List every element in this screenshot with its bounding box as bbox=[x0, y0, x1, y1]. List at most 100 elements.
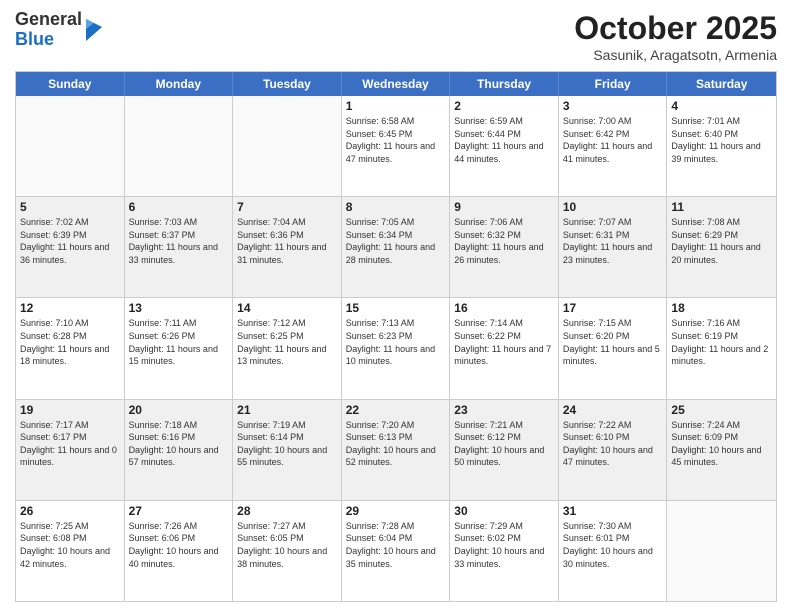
day-info: Sunrise: 7:03 AM Sunset: 6:37 PM Dayligh… bbox=[129, 216, 229, 266]
day-cell bbox=[667, 501, 776, 601]
calendar-header: SundayMondayTuesdayWednesdayThursdayFrid… bbox=[16, 72, 776, 96]
day-cell: 2Sunrise: 6:59 AM Sunset: 6:44 PM Daylig… bbox=[450, 96, 559, 196]
logo-text: General Blue bbox=[15, 10, 82, 50]
day-cell: 10 Sunrise: 7:07 AM Sunset: 6:31 PM Dayli… bbox=[559, 197, 668, 297]
day-cell: 21 Sunrise: 7:19 AM Sunset: 6:14 PM Dayli… bbox=[233, 400, 342, 500]
day-cell: 4 Sunrise: 7:01 AM Sunset: 6:40 PM Daylig… bbox=[667, 96, 776, 196]
day-number: 23 bbox=[454, 403, 554, 417]
day-info: Sunrise: 7:29 AM Sunset: 6:02 PM Dayligh… bbox=[454, 520, 554, 570]
day-cell: 6Sunrise: 7:03 AM Sunset: 6:37 PM Daylig… bbox=[125, 197, 234, 297]
day-cell: 1Sunrise: 6:58 AM Sunset: 6:45 PM Daylig… bbox=[342, 96, 451, 196]
day-number: 18 bbox=[671, 301, 772, 315]
day-number: 29 bbox=[346, 504, 446, 518]
day-cell: 7 Sunrise: 7:04 AM Sunset: 6:36 PM Daylig… bbox=[233, 197, 342, 297]
day-cell: 28 Sunrise: 7:27 AM Sunset: 6:05 PM Dayli… bbox=[233, 501, 342, 601]
day-info: Sunrise: 7:27 AM Sunset: 6:05 PM Dayligh… bbox=[237, 520, 337, 570]
day-cell: 9Sunrise: 7:06 AM Sunset: 6:32 PM Daylig… bbox=[450, 197, 559, 297]
day-number: 19 bbox=[20, 403, 120, 417]
day-cell: 31 Sunrise: 7:30 AM Sunset: 6:01 PM Dayli… bbox=[559, 501, 668, 601]
day-cell: 16 Sunrise: 7:14 AM Sunset: 6:22 PM Dayli… bbox=[450, 298, 559, 398]
week-row: 12 Sunrise: 7:10 AM Sunset: 6:28 PM Dayli… bbox=[16, 298, 776, 399]
day-cell: 17 Sunrise: 7:15 AM Sunset: 6:20 PM Dayli… bbox=[559, 298, 668, 398]
month-title: October 2025 bbox=[574, 10, 777, 47]
day-info: Sunrise: 7:17 AM Sunset: 6:17 PM Dayligh… bbox=[20, 419, 120, 469]
day-info: Sunrise: 7:13 AM Sunset: 6:23 PM Dayligh… bbox=[346, 317, 446, 367]
location: Sasunik, Aragatsotn, Armenia bbox=[574, 47, 777, 63]
day-cell: 5Sunrise: 7:02 AM Sunset: 6:39 PM Daylig… bbox=[16, 197, 125, 297]
day-cell: 25Sunrise: 7:24 AM Sunset: 6:09 PM Dayli… bbox=[667, 400, 776, 500]
logo-general: General bbox=[15, 10, 82, 30]
day-number: 4 bbox=[671, 99, 772, 113]
day-number: 3 bbox=[563, 99, 663, 113]
day-cell: 8 Sunrise: 7:05 AM Sunset: 6:34 PM Daylig… bbox=[342, 197, 451, 297]
title-section: October 2025 Sasunik, Aragatsotn, Armeni… bbox=[574, 10, 777, 63]
day-cell: 12 Sunrise: 7:10 AM Sunset: 6:28 PM Dayli… bbox=[16, 298, 125, 398]
day-number: 10 bbox=[563, 200, 663, 214]
day-cell: 30 Sunrise: 7:29 AM Sunset: 6:02 PM Dayli… bbox=[450, 501, 559, 601]
day-number: 27 bbox=[129, 504, 229, 518]
day-info: Sunrise: 7:21 AM Sunset: 6:12 PM Dayligh… bbox=[454, 419, 554, 469]
day-number: 21 bbox=[237, 403, 337, 417]
day-cell bbox=[233, 96, 342, 196]
calendar-body: 1Sunrise: 6:58 AM Sunset: 6:45 PM Daylig… bbox=[16, 96, 776, 601]
day-info: Sunrise: 7:24 AM Sunset: 6:09 PM Dayligh… bbox=[671, 419, 772, 469]
day-number: 31 bbox=[563, 504, 663, 518]
day-cell: 24 Sunrise: 7:22 AM Sunset: 6:10 PM Dayli… bbox=[559, 400, 668, 500]
day-header-saturday: Saturday bbox=[667, 72, 776, 96]
day-info: Sunrise: 7:05 AM Sunset: 6:34 PM Dayligh… bbox=[346, 216, 446, 266]
week-row: 26Sunrise: 7:25 AM Sunset: 6:08 PM Dayli… bbox=[16, 501, 776, 601]
day-number: 8 bbox=[346, 200, 446, 214]
day-info: Sunrise: 7:08 AM Sunset: 6:29 PM Dayligh… bbox=[671, 216, 772, 266]
day-cell bbox=[16, 96, 125, 196]
day-cell: 23 Sunrise: 7:21 AM Sunset: 6:12 PM Dayli… bbox=[450, 400, 559, 500]
day-number: 11 bbox=[671, 200, 772, 214]
day-info: Sunrise: 7:07 AM Sunset: 6:31 PM Dayligh… bbox=[563, 216, 663, 266]
day-info: Sunrise: 7:02 AM Sunset: 6:39 PM Dayligh… bbox=[20, 216, 120, 266]
day-header-wednesday: Wednesday bbox=[342, 72, 451, 96]
day-cell: 14 Sunrise: 7:12 AM Sunset: 6:25 PM Dayli… bbox=[233, 298, 342, 398]
day-number: 17 bbox=[563, 301, 663, 315]
day-number: 13 bbox=[129, 301, 229, 315]
day-info: Sunrise: 7:00 AM Sunset: 6:42 PM Dayligh… bbox=[563, 115, 663, 165]
day-info: Sunrise: 7:22 AM Sunset: 6:10 PM Dayligh… bbox=[563, 419, 663, 469]
day-header-sunday: Sunday bbox=[16, 72, 125, 96]
day-info: Sunrise: 7:10 AM Sunset: 6:28 PM Dayligh… bbox=[20, 317, 120, 367]
day-cell: 29Sunrise: 7:28 AM Sunset: 6:04 PM Dayli… bbox=[342, 501, 451, 601]
day-cell: 19 Sunrise: 7:17 AM Sunset: 6:17 PM Dayli… bbox=[16, 400, 125, 500]
day-header-tuesday: Tuesday bbox=[233, 72, 342, 96]
day-number: 28 bbox=[237, 504, 337, 518]
day-number: 16 bbox=[454, 301, 554, 315]
day-info: Sunrise: 7:01 AM Sunset: 6:40 PM Dayligh… bbox=[671, 115, 772, 165]
day-info: Sunrise: 7:20 AM Sunset: 6:13 PM Dayligh… bbox=[346, 419, 446, 469]
day-cell: 26Sunrise: 7:25 AM Sunset: 6:08 PM Dayli… bbox=[16, 501, 125, 601]
logo-blue: Blue bbox=[15, 30, 82, 50]
day-info: Sunrise: 7:30 AM Sunset: 6:01 PM Dayligh… bbox=[563, 520, 663, 570]
day-header-monday: Monday bbox=[125, 72, 234, 96]
day-number: 30 bbox=[454, 504, 554, 518]
week-row: 19 Sunrise: 7:17 AM Sunset: 6:17 PM Dayli… bbox=[16, 400, 776, 501]
day-number: 7 bbox=[237, 200, 337, 214]
day-info: Sunrise: 7:12 AM Sunset: 6:25 PM Dayligh… bbox=[237, 317, 337, 367]
day-info: Sunrise: 7:19 AM Sunset: 6:14 PM Dayligh… bbox=[237, 419, 337, 469]
day-number: 20 bbox=[129, 403, 229, 417]
day-info: Sunrise: 7:16 AM Sunset: 6:19 PM Dayligh… bbox=[671, 317, 772, 367]
day-cell: 3 Sunrise: 7:00 AM Sunset: 6:42 PM Daylig… bbox=[559, 96, 668, 196]
header: General Blue October 2025 Sasunik, Araga… bbox=[15, 10, 777, 63]
day-number: 12 bbox=[20, 301, 120, 315]
day-header-friday: Friday bbox=[559, 72, 668, 96]
day-header-thursday: Thursday bbox=[450, 72, 559, 96]
day-info: Sunrise: 7:11 AM Sunset: 6:26 PM Dayligh… bbox=[129, 317, 229, 367]
day-info: Sunrise: 7:15 AM Sunset: 6:20 PM Dayligh… bbox=[563, 317, 663, 367]
day-cell: 20 Sunrise: 7:18 AM Sunset: 6:16 PM Dayli… bbox=[125, 400, 234, 500]
day-cell: 18 Sunrise: 7:16 AM Sunset: 6:19 PM Dayli… bbox=[667, 298, 776, 398]
day-number: 14 bbox=[237, 301, 337, 315]
day-number: 26 bbox=[20, 504, 120, 518]
day-info: Sunrise: 7:18 AM Sunset: 6:16 PM Dayligh… bbox=[129, 419, 229, 469]
day-cell: 15Sunrise: 7:13 AM Sunset: 6:23 PM Dayli… bbox=[342, 298, 451, 398]
day-info: Sunrise: 7:14 AM Sunset: 6:22 PM Dayligh… bbox=[454, 317, 554, 367]
day-info: Sunrise: 6:59 AM Sunset: 6:44 PM Dayligh… bbox=[454, 115, 554, 165]
day-info: Sunrise: 7:06 AM Sunset: 6:32 PM Dayligh… bbox=[454, 216, 554, 266]
day-number: 24 bbox=[563, 403, 663, 417]
day-cell: 13 Sunrise: 7:11 AM Sunset: 6:26 PM Dayli… bbox=[125, 298, 234, 398]
day-info: Sunrise: 7:04 AM Sunset: 6:36 PM Dayligh… bbox=[237, 216, 337, 266]
